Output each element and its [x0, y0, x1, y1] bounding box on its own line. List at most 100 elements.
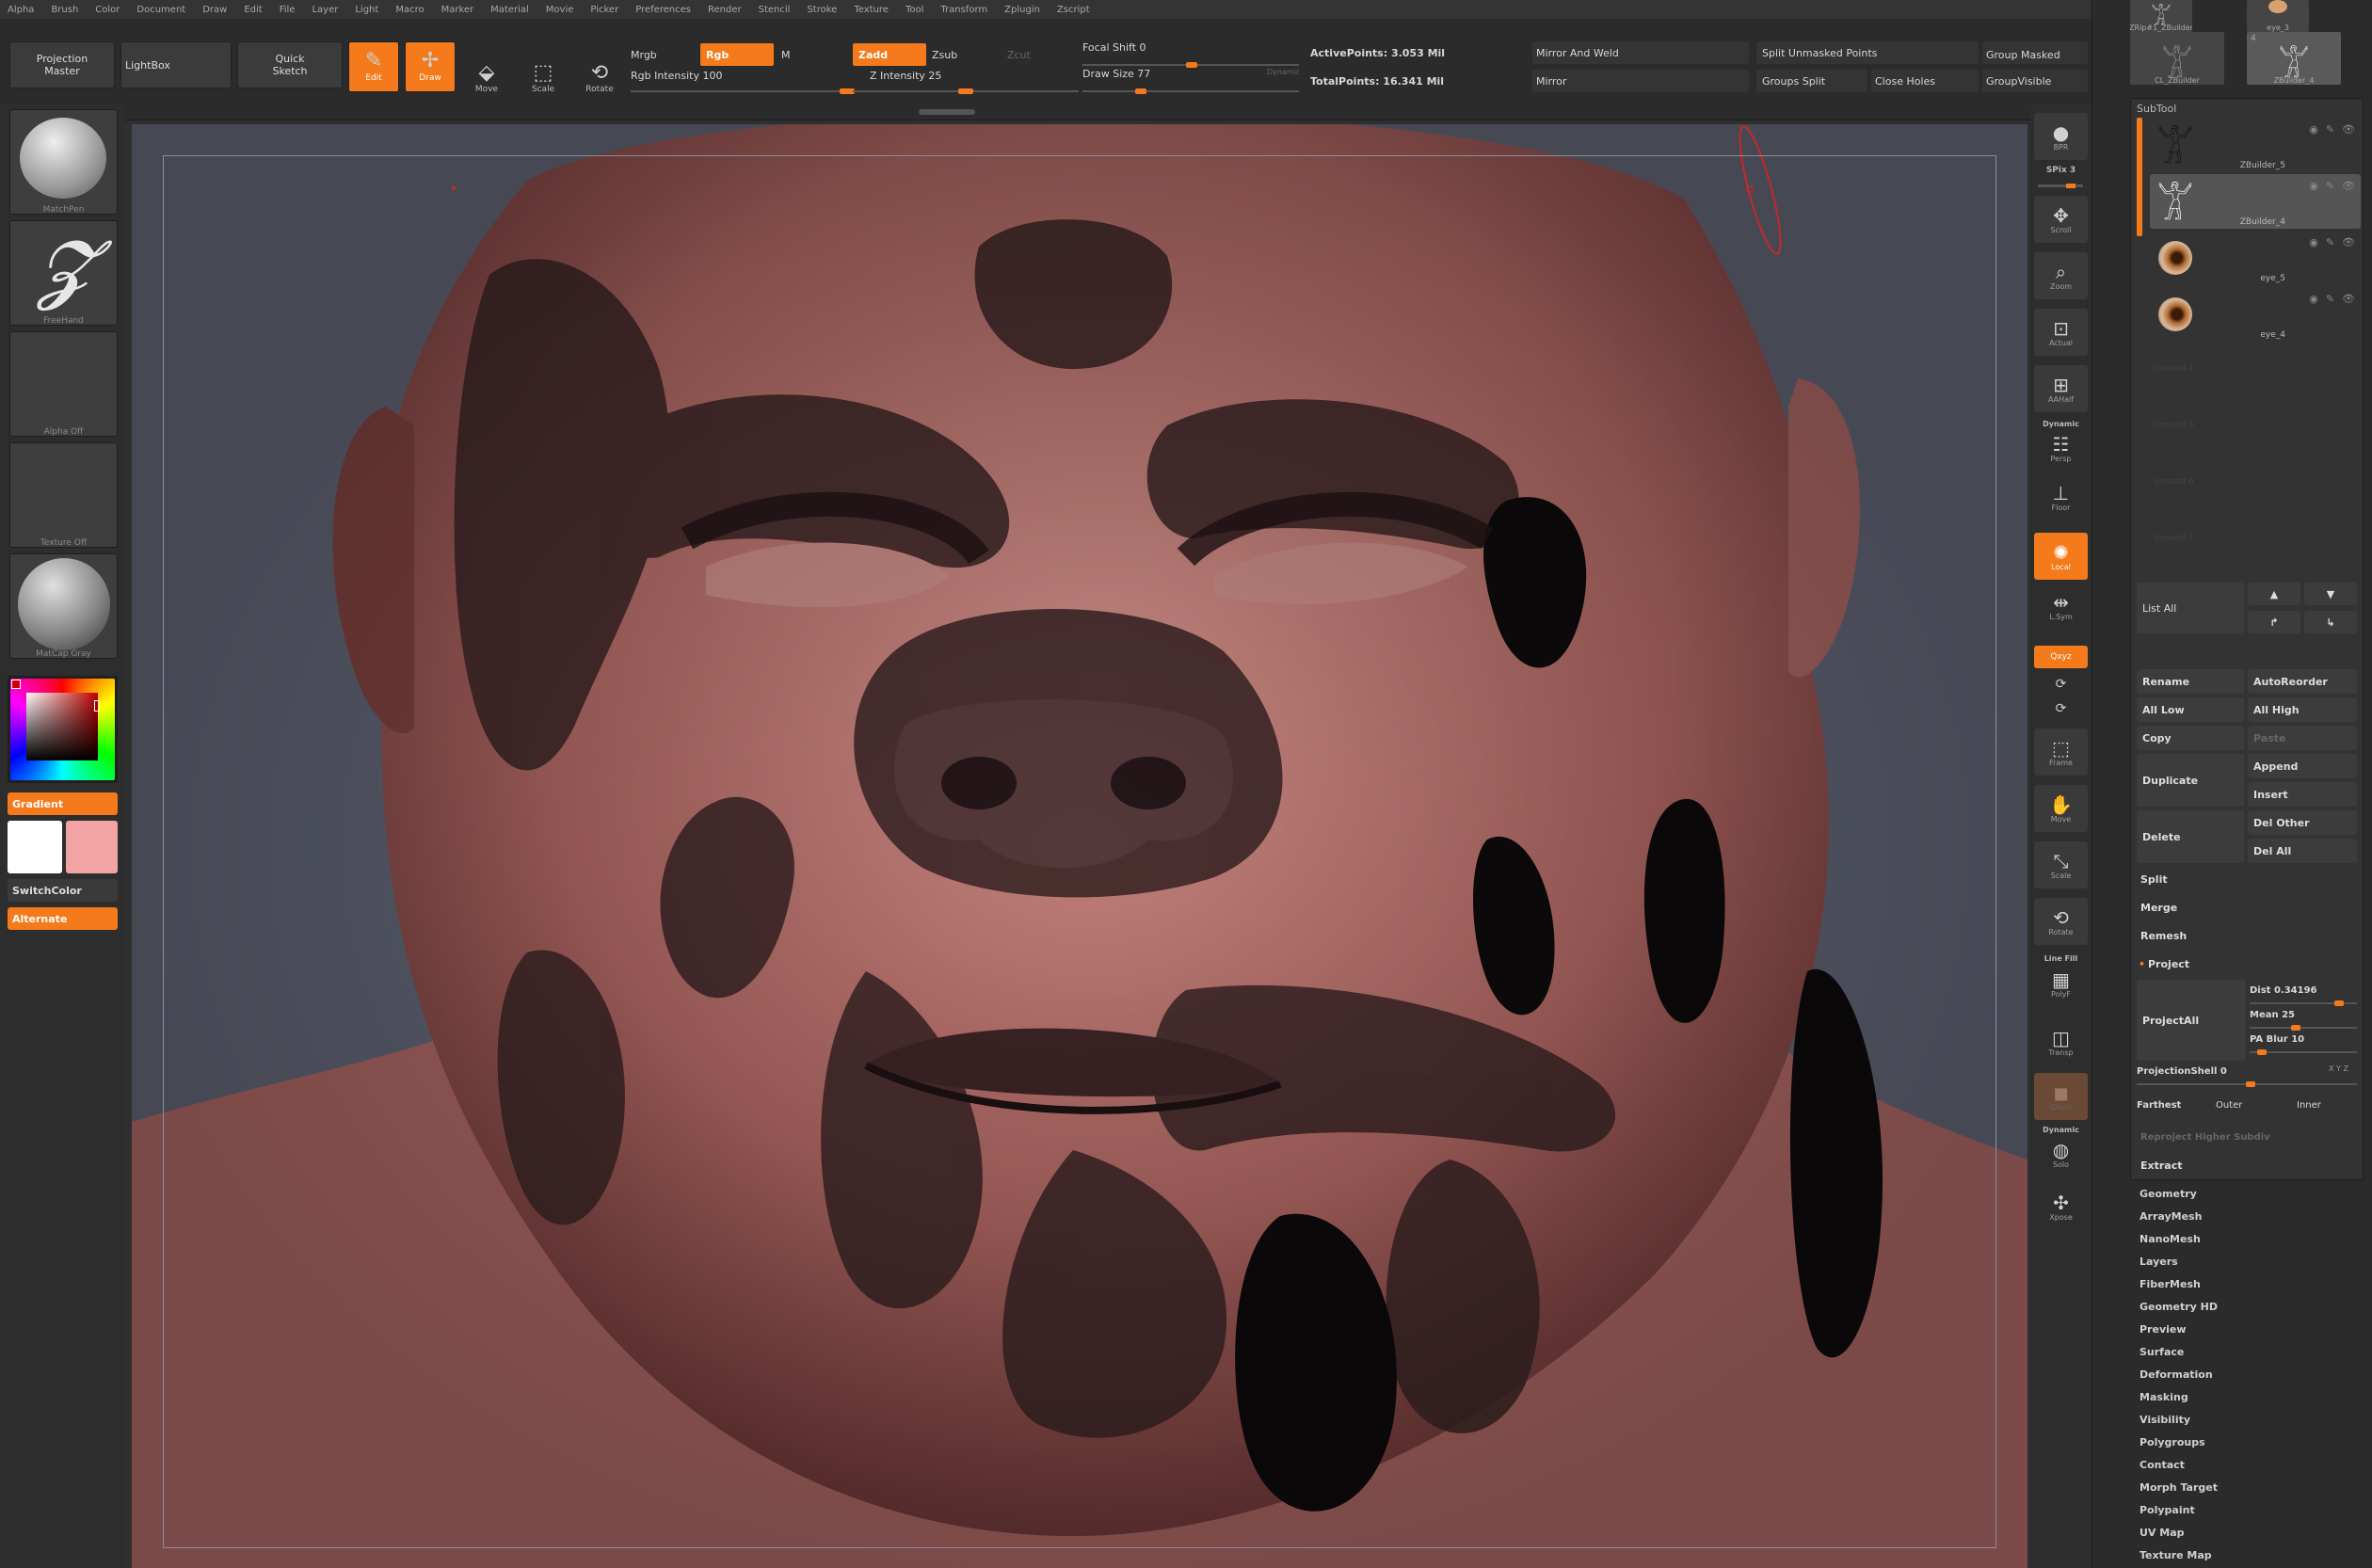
menu-item-texture[interactable]: Texture — [854, 5, 889, 15]
polypaint-icon[interactable]: ✎ — [2326, 180, 2334, 192]
texture-selector[interactable]: Texture Off — [9, 442, 118, 548]
tool-menu-uv-map[interactable]: UV Map — [2140, 1527, 2185, 1539]
menu-item-transform[interactable]: Transform — [940, 5, 987, 15]
alternate-toggle[interactable]: Alternate — [8, 907, 118, 930]
eye-icon[interactable]: ◉ — [2309, 293, 2318, 305]
inner-button[interactable]: Inner — [2297, 1100, 2321, 1111]
auto-reorder-button[interactable]: AutoReorder — [2248, 669, 2357, 694]
rgb-button[interactable]: Rgb — [706, 49, 729, 61]
tool-menu-contact[interactable]: Contact — [2140, 1459, 2185, 1471]
tool-menu-morph-target[interactable]: Morph Target — [2140, 1481, 2218, 1494]
all-high-button[interactable]: All High — [2248, 697, 2357, 722]
tool-menu-texture-map[interactable]: Texture Map — [2140, 1549, 2212, 1561]
lightbox-button[interactable]: LightBox — [120, 41, 232, 88]
groups-split-button[interactable]: Groups Split — [1762, 75, 1825, 88]
remesh-menu[interactable]: Remesh — [2137, 923, 2359, 948]
scale-button[interactable]: ⬚ Scale — [520, 43, 567, 95]
actual-button[interactable]: ⊡ Actual — [2034, 309, 2088, 356]
tool-menu-geometry-hd[interactable]: Geometry HD — [2140, 1301, 2218, 1313]
tool-menu-fibermesh[interactable]: FiberMesh — [2140, 1278, 2201, 1290]
visibility-icon[interactable]: 👁 — [2342, 180, 2355, 192]
menu-item-macro[interactable]: Macro — [395, 5, 424, 15]
eye-icon[interactable]: ◉ — [2309, 123, 2318, 136]
dynamic-toggle[interactable]: Dynamic — [1267, 68, 1300, 76]
delete-button[interactable]: Delete — [2137, 810, 2244, 863]
m-button[interactable]: M — [781, 49, 791, 61]
aahalf-button[interactable]: ⊞ AAHalf — [2034, 365, 2088, 412]
move-up-button[interactable]: ▲ — [2248, 583, 2300, 605]
menu-item-draw[interactable]: Draw — [202, 5, 227, 15]
farthest-button[interactable]: Farthest — [2137, 1100, 2181, 1111]
menu-item-file[interactable]: File — [280, 5, 296, 15]
polypaint-icon[interactable]: ✎ — [2326, 236, 2334, 248]
move-bottom-button[interactable]: ↳ — [2304, 611, 2357, 633]
append-button[interactable]: Append — [2248, 754, 2357, 778]
subtool-item[interactable]: ◉ ✎ 👁 eye_5 — [2150, 231, 2361, 285]
subtool-item-selected[interactable]: 𓀠 ◉ ✎ 👁 ZBuilder_4 — [2150, 174, 2361, 229]
reproject-button[interactable]: Reproject Higher Subdiv — [2137, 1125, 2359, 1149]
subtool-item[interactable]: 𓀠 ◉ ✎ 👁 ZBuilder_5 — [2150, 118, 2361, 172]
tool-thumb-zbuilder4[interactable]: 4 𓀠 ZBuilder_4 — [2247, 32, 2341, 85]
del-other-button[interactable]: Del Other — [2248, 810, 2357, 835]
menu-item-zscript[interactable]: Zscript — [1057, 5, 1090, 15]
xyz-button[interactable]: Qxyz — [2034, 646, 2088, 668]
ghost-button[interactable]: ◼ Ghost — [2034, 1073, 2088, 1120]
tool-menu-preview[interactable]: Preview — [2140, 1323, 2187, 1336]
main-color-swatch[interactable] — [8, 821, 62, 873]
stroke-selector[interactable]: 𝓩 FreeHand — [9, 220, 118, 326]
all-low-button[interactable]: All Low — [2137, 697, 2244, 722]
zsub-button[interactable]: Zsub — [932, 49, 957, 61]
duplicate-button[interactable]: Duplicate — [2137, 754, 2244, 807]
merge-menu[interactable]: Merge — [2137, 895, 2359, 920]
zoom-button[interactable]: ⌕ Zoom — [2034, 252, 2088, 299]
mirror-and-weld-button[interactable]: Mirror And Weld — [1536, 47, 1619, 59]
tool-thumb-cl-zbuilder[interactable]: 𓀠 CL_ZBuilder — [2130, 32, 2224, 85]
z-intensity-slider[interactable]: Z Intensity 25 — [870, 70, 941, 82]
tool-menu-layers[interactable]: Layers — [2140, 1256, 2178, 1268]
visibility-icon[interactable]: 👁 — [2342, 123, 2355, 136]
bpr-button[interactable]: ● BPR — [2034, 113, 2088, 160]
polyf-button[interactable]: ▦ PolyF — [2034, 962, 2088, 1005]
eye-icon[interactable]: ◉ — [2309, 236, 2318, 248]
rotate-y-icon[interactable]: ⟳ — [2034, 674, 2088, 695]
focal-shift-slider[interactable]: Focal Shift 0 — [1082, 41, 1146, 54]
gradient-toggle[interactable]: Gradient — [8, 792, 118, 815]
frame-button[interactable]: ⬚ Frame — [2034, 728, 2088, 776]
menu-item-movie[interactable]: Movie — [546, 5, 574, 15]
color-picker[interactable] — [8, 676, 118, 783]
brush-selector[interactable]: MatchPen — [9, 109, 118, 215]
pa-blur-slider[interactable]: PA Blur 10 — [2250, 1034, 2304, 1045]
del-all-button[interactable]: Del All — [2248, 839, 2357, 863]
menu-item-picker[interactable]: Picker — [590, 5, 618, 15]
paste-button[interactable]: Paste — [2248, 726, 2357, 750]
visibility-icon[interactable]: 👁 — [2342, 293, 2355, 305]
persp-button[interactable]: ☷ Persp — [2034, 427, 2088, 469]
tool-menu-polypaint[interactable]: Polypaint — [2140, 1504, 2195, 1516]
menu-item-alpha[interactable]: Alpha — [8, 5, 34, 15]
group-masked-button[interactable]: Group Masked — [1986, 49, 2060, 61]
rotate-z-icon[interactable]: ⟳ — [2034, 698, 2088, 719]
tool-thumb-eye3[interactable]: eye_3 — [2247, 0, 2309, 32]
eye-icon[interactable]: ◉ — [2309, 180, 2318, 192]
polypaint-icon[interactable]: ✎ — [2326, 293, 2334, 305]
menu-item-stroke[interactable]: Stroke — [807, 5, 837, 15]
menu-item-material[interactable]: Material — [490, 5, 529, 15]
menu-item-marker[interactable]: Marker — [441, 5, 474, 15]
menu-item-color[interactable]: Color — [95, 5, 120, 15]
move-top-button[interactable]: ↱ — [2248, 611, 2300, 633]
scale-view-button[interactable]: ⤡ Scale — [2034, 841, 2088, 888]
project-all-button[interactable]: ProjectAll — [2137, 980, 2246, 1061]
tool-menu-deformation[interactable]: Deformation — [2140, 1368, 2213, 1381]
outer-button[interactable]: Outer — [2216, 1100, 2242, 1111]
menu-item-render[interactable]: Render — [708, 5, 742, 15]
subtool-item[interactable]: ◉ ✎ 👁 eye_4 — [2150, 287, 2361, 342]
menu-item-layer[interactable]: Layer — [312, 5, 338, 15]
rotate-button[interactable]: ⟲ Rotate — [576, 43, 623, 95]
projection-master-button[interactable]: Projection Master — [9, 41, 115, 88]
move-view-button[interactable]: ✋ Move — [2034, 785, 2088, 832]
mrgb-button[interactable]: Mrgb — [631, 49, 657, 61]
edit-button[interactable]: ✎ Edit — [348, 41, 399, 92]
alpha-selector[interactable]: Alpha Off — [9, 331, 118, 437]
solo-button[interactable]: ◍ Solo — [2034, 1133, 2088, 1175]
split-unmasked-points-button[interactable]: Split Unmasked Points — [1762, 47, 1877, 59]
